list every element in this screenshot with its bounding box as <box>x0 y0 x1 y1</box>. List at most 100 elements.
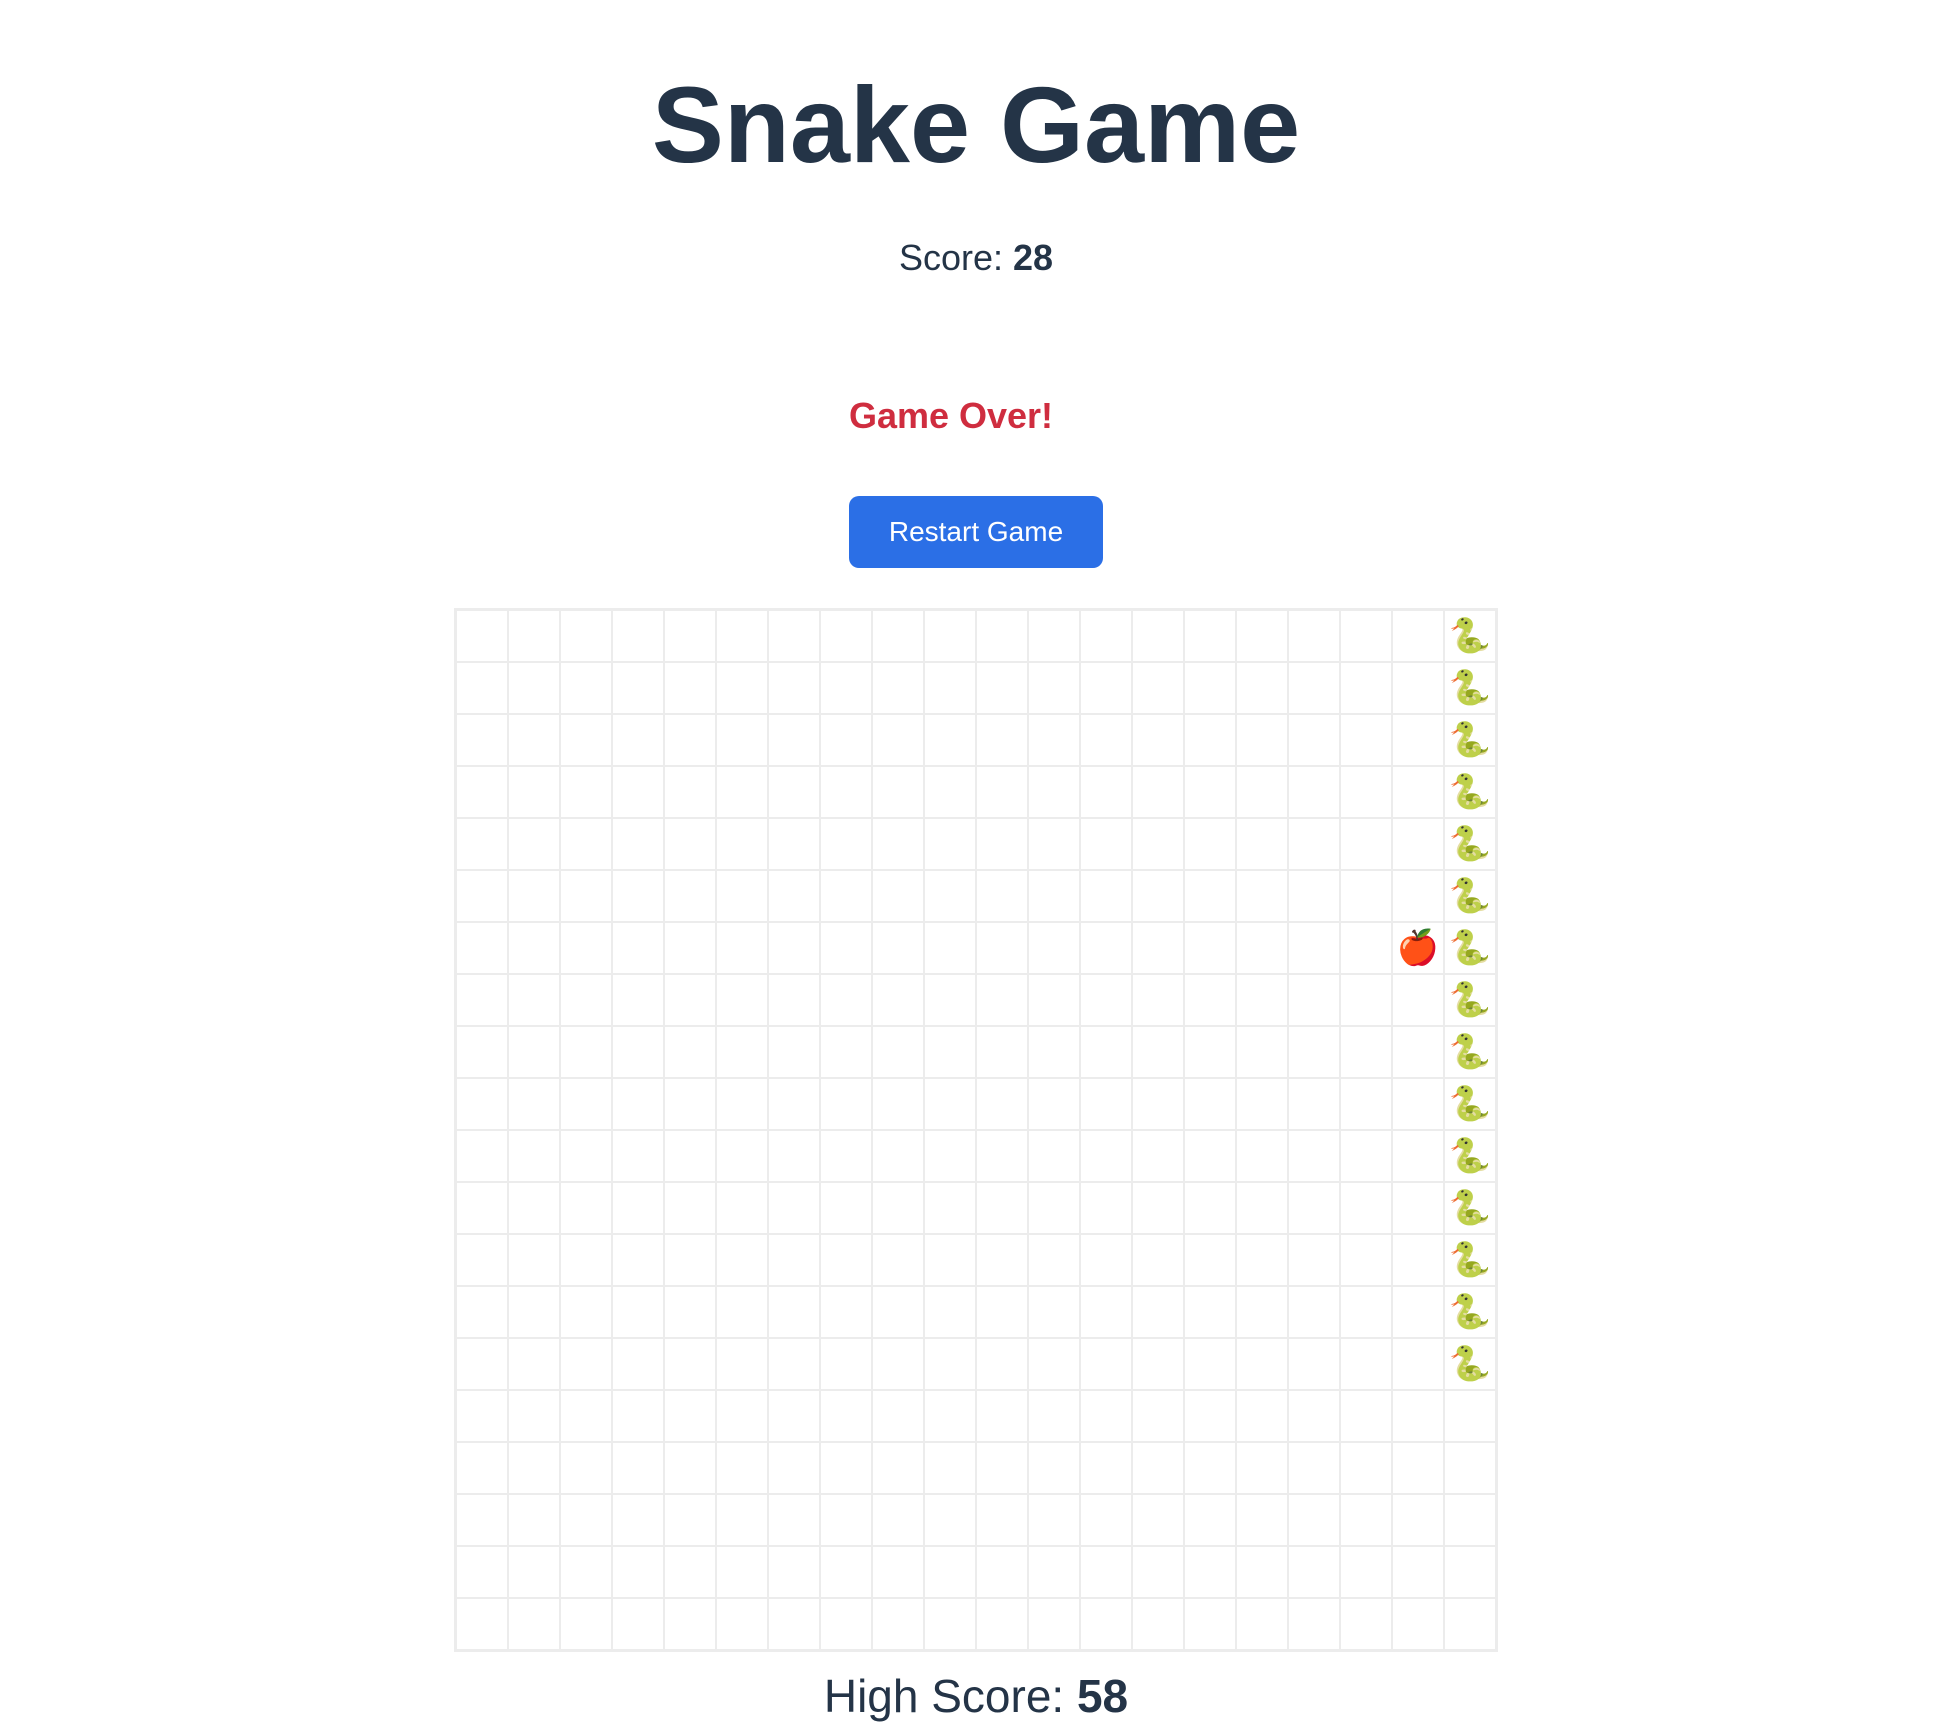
board-cell <box>1080 1130 1132 1182</box>
board-cell <box>924 1494 976 1546</box>
board-cell <box>1080 1078 1132 1130</box>
board-cell <box>1080 1338 1132 1390</box>
board-cell <box>976 974 1028 1026</box>
board-cell <box>560 714 612 766</box>
score-label: Score: <box>898 237 1013 278</box>
board-cell <box>612 1182 664 1234</box>
board-cell <box>1080 766 1132 818</box>
board-cell <box>768 818 820 870</box>
board-cell <box>508 1546 560 1598</box>
board-cell <box>924 1338 976 1390</box>
board-cell <box>456 1182 508 1234</box>
board-cell <box>924 1390 976 1442</box>
board-cell <box>456 1338 508 1390</box>
board-cell <box>612 1598 664 1650</box>
board-cell <box>664 1598 716 1650</box>
board-cell <box>872 818 924 870</box>
board-cell <box>612 1338 664 1390</box>
board-cell <box>1392 1234 1444 1286</box>
board-cell <box>1340 1338 1392 1390</box>
board-cell <box>1080 974 1132 1026</box>
board-cell <box>1184 1390 1236 1442</box>
board-cell <box>768 714 820 766</box>
board-cell <box>1392 1130 1444 1182</box>
board-cell <box>1392 714 1444 766</box>
board-cell <box>508 766 560 818</box>
board-cell <box>664 1546 716 1598</box>
board-cell <box>508 1026 560 1078</box>
board-cell <box>612 1442 664 1494</box>
board-cell <box>1132 1338 1184 1390</box>
board-cell <box>1028 1546 1080 1598</box>
board-cell <box>1028 1494 1080 1546</box>
board-cell <box>872 714 924 766</box>
board-cell <box>1028 1286 1080 1338</box>
board-cell <box>1236 1546 1288 1598</box>
board-cell <box>1080 1182 1132 1234</box>
snake-icon: 🐍 <box>1448 1345 1492 1383</box>
board-cell <box>1392 1078 1444 1130</box>
board-cell <box>820 870 872 922</box>
board-cell <box>1288 1182 1340 1234</box>
board-cell <box>456 714 508 766</box>
board-cell <box>768 1026 820 1078</box>
board-cell <box>1288 1338 1340 1390</box>
board-cell <box>664 662 716 714</box>
board-cell <box>872 1182 924 1234</box>
board-cell <box>872 1130 924 1182</box>
board-cell <box>456 922 508 974</box>
board-cell <box>612 870 664 922</box>
board-cell <box>1184 922 1236 974</box>
board-cell <box>768 1182 820 1234</box>
board-cell <box>1236 1390 1288 1442</box>
board-cell <box>1132 922 1184 974</box>
board-cell <box>768 1078 820 1130</box>
board-cell <box>872 974 924 1026</box>
board-cell <box>560 818 612 870</box>
board-cell <box>1236 1494 1288 1546</box>
board-cell <box>820 662 872 714</box>
board-cell <box>1184 766 1236 818</box>
board-cell <box>612 1026 664 1078</box>
board-cell <box>872 1286 924 1338</box>
board-cell <box>1340 818 1392 870</box>
board-cell <box>924 610 976 662</box>
game-board[interactable]: 🐍 🐍 🐍 🐍 🐍 🐍 🍎 🐍 🐍 🐍 🐍 🐍 🐍 🐍 🐍 🐍 <box>454 608 1498 1652</box>
board-cell <box>508 1442 560 1494</box>
board-cell <box>612 662 664 714</box>
snake-icon: 🐍 <box>1448 929 1492 967</box>
restart-game-button[interactable]: Restart Game <box>849 496 1103 568</box>
board-cell <box>1340 1494 1392 1546</box>
board-cell <box>820 818 872 870</box>
board-cell <box>1236 610 1288 662</box>
board-cell-snake: 🐍 <box>1444 870 1496 922</box>
board-cell <box>872 1442 924 1494</box>
board-cell <box>456 1078 508 1130</box>
board-cell <box>664 818 716 870</box>
board-cell <box>924 714 976 766</box>
board-cell <box>456 974 508 1026</box>
board-cell <box>508 1234 560 1286</box>
board-cell <box>820 1234 872 1286</box>
board-cell <box>560 1130 612 1182</box>
board-cell <box>820 1182 872 1234</box>
snake-icon: 🐍 <box>1448 773 1492 811</box>
board-cell <box>456 1234 508 1286</box>
snake-icon: 🐍 <box>1448 981 1492 1019</box>
board-cell <box>560 870 612 922</box>
board-cell <box>1184 1494 1236 1546</box>
board-cell <box>1340 1130 1392 1182</box>
snake-icon: 🐍 <box>1448 1293 1492 1331</box>
board-cell <box>1184 1598 1236 1650</box>
board-cell <box>1340 1442 1392 1494</box>
board-cell <box>976 1026 1028 1078</box>
high-score-display: High Score: 58 <box>0 1666 1952 1726</box>
board-cell <box>872 1026 924 1078</box>
board-cell <box>1340 1546 1392 1598</box>
board-cell <box>1392 1286 1444 1338</box>
board-cell <box>1392 870 1444 922</box>
board-cell <box>924 1286 976 1338</box>
board-cell <box>1080 1234 1132 1286</box>
board-cell <box>508 1286 560 1338</box>
board-cell <box>1028 662 1080 714</box>
